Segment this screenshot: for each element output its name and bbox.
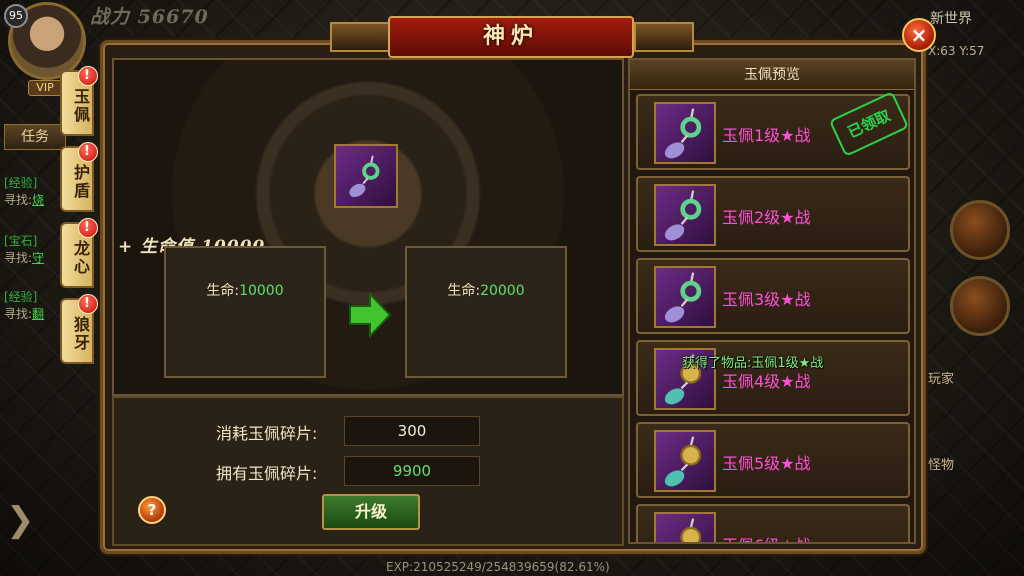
combat-power-label: 战力 bbox=[90, 6, 131, 28]
tab-label: 护盾 bbox=[71, 164, 90, 200]
next-stat-label: 生命: bbox=[447, 283, 481, 299]
current-stat-line: 生命:10000 bbox=[166, 280, 324, 300]
gold-pendant-icon bbox=[654, 430, 716, 492]
preview-item[interactable]: 玉佩3级★战 bbox=[636, 258, 910, 334]
preview-list[interactable]: 玉佩预览 玉佩1级★战 已领取 玉佩2级★战 玉佩3级★战 玉佩4级★战 玉佩5… bbox=[628, 58, 916, 544]
next-stat-value: 20000 bbox=[480, 283, 525, 299]
tab-wolf-fang[interactable]: 狼牙 ! bbox=[60, 294, 98, 364]
help-button[interactable]: ? bbox=[138, 496, 166, 524]
preview-item-label: 玉佩5级★战 bbox=[722, 454, 811, 473]
jade-pendant-icon bbox=[349, 155, 380, 197]
own-value: 9900 bbox=[344, 456, 480, 486]
next-stat-line: 生命:20000 bbox=[407, 280, 565, 300]
expand-arrow-icon[interactable]: ❯ bbox=[6, 500, 35, 540]
consume-label: 消耗玉佩碎片: bbox=[216, 424, 318, 443]
task-button[interactable]: 任务 bbox=[4, 124, 66, 150]
quest-tag: [经验] bbox=[4, 290, 38, 304]
quest-target-link[interactable]: 翻 bbox=[32, 307, 44, 321]
level-badge: 95 bbox=[4, 4, 28, 28]
panel-title: 神炉 bbox=[482, 23, 539, 49]
preview-header: 玉佩预览 bbox=[630, 60, 914, 90]
upgrade-arrow-icon bbox=[349, 292, 392, 338]
target-monster-label[interactable]: 怪物 bbox=[928, 454, 954, 473]
current-stat-value: 10000 bbox=[239, 283, 284, 299]
skill-button[interactable] bbox=[950, 200, 1010, 260]
preview-item-label: 玉佩2级★战 bbox=[722, 208, 811, 227]
gold-pendant-icon bbox=[654, 512, 716, 542]
tab-label: 龙心 bbox=[71, 240, 90, 276]
own-label: 拥有玉佩碎片: bbox=[216, 464, 318, 483]
preview-item-label: 玉佩6级★战 bbox=[722, 532, 811, 542]
alert-icon: ! bbox=[78, 66, 98, 86]
jade-pendant-icon bbox=[654, 266, 716, 328]
current-stat-label: 生命: bbox=[206, 283, 240, 299]
preview-item[interactable]: 玉佩5级★战 bbox=[636, 422, 910, 498]
panel-title-plaque: 神炉 bbox=[388, 16, 634, 58]
preview-item[interactable]: 玉佩6级★战 bbox=[636, 504, 910, 542]
tab-label: 玉佩 bbox=[71, 88, 90, 124]
preview-item[interactable]: 玉佩2级★战 bbox=[636, 176, 910, 252]
close-button[interactable]: × bbox=[902, 18, 936, 52]
jade-pendant-icon bbox=[654, 102, 716, 164]
quest-find-label: 寻找: bbox=[4, 193, 33, 207]
quest-line[interactable]: [宝石] 寻找:守 bbox=[4, 232, 44, 266]
alert-icon: ! bbox=[78, 294, 98, 314]
exp-readout: EXP:210525249/254839659(82.61%) bbox=[386, 560, 610, 574]
preview-item-label: 玉佩3级★战 bbox=[722, 290, 811, 309]
combat-power-value: 56670 bbox=[137, 6, 209, 28]
preview-item-label: 玉佩4级★战 bbox=[722, 372, 811, 391]
alert-icon: ! bbox=[78, 218, 98, 238]
vip-badge[interactable]: VIP bbox=[28, 80, 62, 96]
quest-target-link[interactable]: 烧 bbox=[32, 193, 44, 207]
tab-jade-pendant[interactable]: 玉佩 ! bbox=[60, 66, 98, 136]
claimed-stamp: 已领取 bbox=[828, 91, 910, 157]
preview-item-label: 玉佩1级★战 bbox=[722, 126, 811, 145]
upgrade-button[interactable]: 升级 bbox=[322, 494, 420, 530]
quest-tag: [经验] bbox=[4, 176, 38, 190]
quest-target-link[interactable]: 守 bbox=[32, 251, 44, 265]
target-player-label[interactable]: 玩家 bbox=[928, 368, 954, 387]
preview-item[interactable]: 玉佩1级★战 已领取 bbox=[636, 91, 910, 170]
title-ornament-right bbox=[634, 22, 694, 52]
current-stat-box: 生命:10000 bbox=[164, 246, 326, 378]
next-stat-box: 生命:20000 bbox=[405, 246, 567, 378]
combat-power: 战力 56670 bbox=[90, 2, 209, 29]
consume-value: 300 bbox=[344, 416, 480, 446]
tab-shield[interactable]: 护盾 ! bbox=[60, 142, 98, 212]
quest-find-label: 寻找: bbox=[4, 251, 33, 265]
quest-line[interactable]: [经验] 寻找:烧 bbox=[4, 174, 44, 208]
map-name: 新世界 bbox=[930, 11, 972, 27]
jade-pendant-slot[interactable] bbox=[334, 144, 398, 208]
item-obtained-toast: 获得了物品:玉佩1级★战 bbox=[682, 356, 824, 371]
quest-tag: [宝石] bbox=[4, 234, 38, 248]
tab-dragon-heart[interactable]: 龙心 ! bbox=[60, 218, 98, 288]
alert-icon: ! bbox=[78, 142, 98, 162]
quest-find-label: 寻找: bbox=[4, 307, 33, 321]
tab-label: 狼牙 bbox=[71, 316, 90, 352]
map-coords: X:63 Y:57 bbox=[928, 44, 985, 58]
quest-line[interactable]: [经验] 寻找:翻 bbox=[4, 288, 44, 322]
attack-button[interactable] bbox=[950, 276, 1010, 336]
jade-pendant-icon bbox=[654, 184, 716, 246]
title-ornament-left bbox=[330, 22, 390, 52]
